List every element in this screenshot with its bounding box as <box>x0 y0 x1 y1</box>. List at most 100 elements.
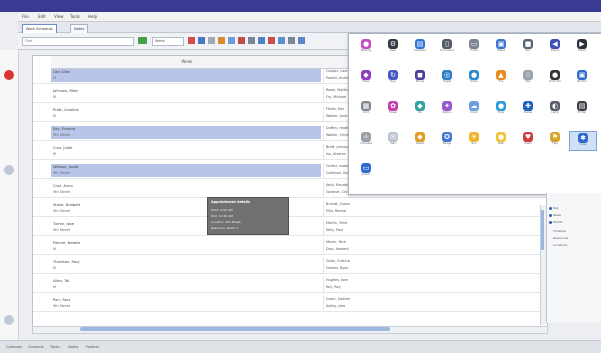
print-icon[interactable] <box>208 37 215 44</box>
view-option-week[interactable]: Week <box>553 213 561 217</box>
refresh-icon[interactable] <box>258 37 265 44</box>
icon-option[interactable]: ▭ Folder <box>461 38 487 56</box>
menu-tools[interactable]: Tools <box>70 14 80 19</box>
icon-option[interactable]: ■ Box <box>515 38 541 56</box>
appointment-cell[interactable]: Cruz, Anna 9th Street <box>51 183 321 196</box>
icon-option[interactable]: ▶ Import <box>569 38 595 56</box>
vertical-scroll-thumb[interactable] <box>541 210 544 250</box>
search-input[interactable]: Find <box>22 37 134 46</box>
table-row[interactable]: Turner, Jose 9th Street Martin, Trent Kelly… <box>33 220 547 236</box>
icon-option[interactable]: ◆ Pin <box>407 100 433 118</box>
appointment-cell[interactable]: Dan Allen M <box>51 69 321 82</box>
user-icon[interactable] <box>4 315 14 325</box>
icon-option[interactable]: ⚙ Gear <box>380 38 406 56</box>
appointment-cell[interactable]: Cruz, Juliet M <box>51 145 321 158</box>
icon-option[interactable]: ▣ Tablet <box>488 38 514 56</box>
table-row[interactable]: Stone, Bridgett 9th Street Brandt, Susan El… <box>33 201 547 217</box>
table-row[interactable]: Thornton, Rory M Gallo, Cristina Gomez, Rya… <box>33 258 547 274</box>
tab-notes[interactable]: Notes <box>70 24 89 33</box>
icon-option[interactable]: ◐ Lamp <box>542 100 568 118</box>
icon-option[interactable]: ▣ Monitor <box>569 69 595 87</box>
appointment-cell[interactable]: Thornton, Rory M <box>51 259 321 272</box>
warning-icon[interactable] <box>268 37 275 44</box>
view-option-month[interactable]: Month <box>553 220 562 224</box>
icon-option[interactable]: ● Dark Orb <box>542 69 568 87</box>
filter-icon[interactable] <box>228 37 235 44</box>
icon-option[interactable]: ◆ Shield <box>407 131 433 149</box>
help-icon[interactable] <box>298 37 305 44</box>
icon-option[interactable]: ▲ Fire <box>488 69 514 87</box>
nav-notes[interactable]: Notes <box>68 345 78 349</box>
view-option-timeline[interactable]: Timeline <box>553 229 566 233</box>
nav-folders[interactable]: Folders <box>86 345 99 349</box>
delete-icon[interactable] <box>188 37 195 44</box>
tab-work-schedule[interactable]: Work Schedule <box>22 24 57 33</box>
appointment-cell[interactable]: Johnson, Mike M <box>51 88 321 101</box>
icon-option[interactable]: ◆ Share <box>353 69 379 87</box>
thursday-cell[interactable]: Brandt, Susan Ellis, Rachel <box>323 201 428 216</box>
icon-option[interactable]: ● Bulb <box>488 131 514 149</box>
thursday-cell[interactable]: Gallo, Cristina Gomez, Ryan <box>323 258 428 273</box>
nav-tasks[interactable]: Tasks <box>50 345 60 349</box>
icon-option[interactable]: ▯ Document <box>434 38 460 56</box>
icon-option[interactable]: ☀ Sun <box>461 131 487 149</box>
go-icon[interactable] <box>138 37 147 44</box>
icon-option[interactable]: ◎ Target <box>434 69 460 87</box>
table-row[interactable]: Palmer, Natalie M Meyer, Rick Diaz, Howard <box>33 239 547 255</box>
table-row[interactable]: Allen, Tal M Hughes, Jane Key, Roy <box>33 277 547 293</box>
appointment-cell[interactable]: Watson, Jacob 9th Street <box>51 164 321 177</box>
export-icon[interactable] <box>278 37 285 44</box>
appointment-cell[interactable]: Palmer, Natalie M <box>51 240 321 253</box>
icon-option[interactable]: ● Drop <box>488 100 514 118</box>
icon-option[interactable]: ✧ Compass <box>353 131 379 149</box>
thursday-cell[interactable]: Grant, Gabriel Ashby, Jess <box>323 296 428 311</box>
icon-option[interactable]: ✦ Ribbon <box>434 100 460 118</box>
icon-option[interactable]: ▦ Grid <box>353 100 379 118</box>
appointment-cell[interactable]: Parr, Rory 9th Street <box>51 297 321 310</box>
menu-view[interactable]: View <box>54 14 64 19</box>
icon-option[interactable]: ♥ Heart <box>515 131 541 149</box>
icon-option[interactable]: ● Globe <box>461 69 487 87</box>
icon-option[interactable]: ◀ Export <box>542 38 568 56</box>
view-option-resources[interactable]: Resources <box>553 236 568 240</box>
menu-help[interactable]: Help <box>88 14 97 19</box>
alert-icon[interactable] <box>218 37 225 44</box>
icon-option[interactable]: ▤ Clipboard <box>407 38 433 56</box>
appointment-cell[interactable]: Kay, Edward 9th Street <box>51 126 321 139</box>
appointment-cell[interactable]: Pratt, Caroline M <box>51 107 321 120</box>
icon-option[interactable]: ✉ Mail <box>380 131 406 149</box>
tooltip-line: End: 10:30 AM <box>211 214 233 218</box>
icon-option[interactable]: ✱ Snow <box>569 131 597 151</box>
icon-option[interactable]: ✪ Badge <box>434 131 460 149</box>
nav-contacts[interactable]: Contacts <box>28 345 44 349</box>
icon-option[interactable]: ◼ Phone <box>407 69 433 87</box>
flower-icon: ✿ <box>388 101 398 111</box>
icon-option[interactable]: ☁ Cloud <box>461 100 487 118</box>
thursday-cell[interactable]: Hughes, Jane Key, Roy <box>323 277 428 292</box>
thursday-cell[interactable]: Martin, Trent Kelly, Paul <box>323 220 428 235</box>
icon-option[interactable]: ↻ Sync <box>380 69 406 87</box>
settings-icon[interactable] <box>248 37 255 44</box>
calendar-icon[interactable] <box>198 37 205 44</box>
icon-option[interactable]: ✚ Puzzle <box>515 100 541 118</box>
menu-edit[interactable]: Edit <box>38 14 46 19</box>
table-row[interactable]: Parr, Rory 9th Street Grant, Gabriel Ashby,… <box>33 296 547 312</box>
view-option-locations[interactable]: Locations <box>553 243 567 247</box>
nav-calendar[interactable]: Calendar <box>6 345 22 349</box>
zoom-icon[interactable] <box>288 37 295 44</box>
thursday-cell[interactable]: Meyer, Rick Diaz, Howard <box>323 239 428 254</box>
close-icon[interactable] <box>238 37 245 44</box>
icon-option[interactable]: ⚑ Flag <box>542 131 568 149</box>
icon-option[interactable]: ✿ Flower <box>380 100 406 118</box>
icon-option[interactable]: ▭ Screen <box>353 162 379 180</box>
user-icon[interactable] <box>4 165 14 175</box>
icon-option[interactable]: ● Bowling <box>353 38 379 56</box>
view-dropdown[interactable]: Week <box>152 37 184 46</box>
view-option-day[interactable]: Day <box>553 206 559 210</box>
horizontal-scroll-thumb[interactable] <box>80 327 390 331</box>
icon-option[interactable]: ☆ Star <box>515 69 541 87</box>
icon-option[interactable]: ▤ Printer <box>569 100 595 118</box>
record-icon[interactable] <box>4 70 14 80</box>
menu-file[interactable]: File <box>22 14 29 19</box>
appointment-cell[interactable]: Allen, Tal M <box>51 278 321 291</box>
